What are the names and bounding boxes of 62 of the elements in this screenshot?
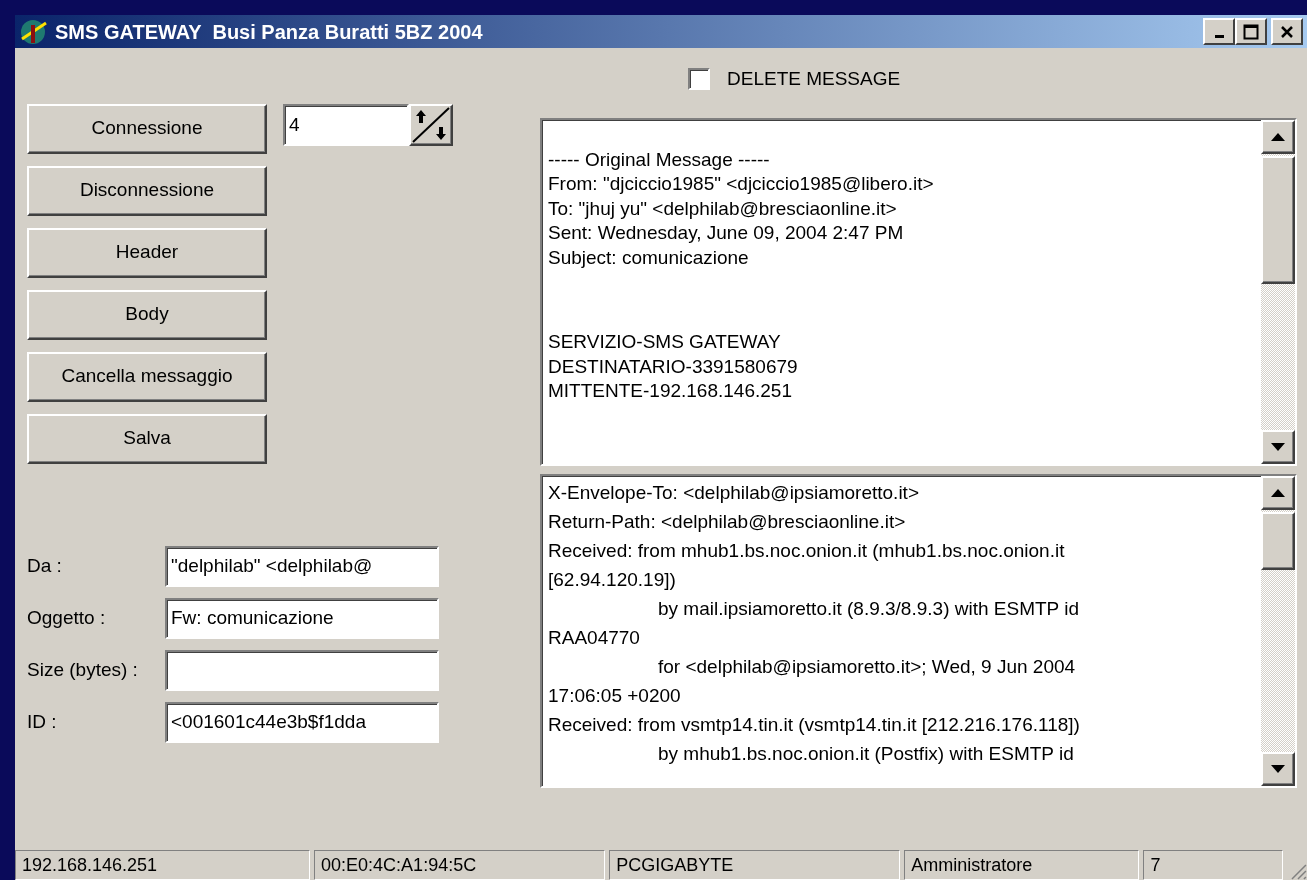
text-line: X-Envelope-To: <delphilab@ipsiamoretto.it> bbox=[548, 480, 920, 505]
scroll-down-button[interactable] bbox=[1261, 429, 1295, 464]
text-line: Return-Path: <delphilab@bresciaonline.it> bbox=[548, 509, 907, 534]
text-field[interactable]: Fw: comunicazione bbox=[165, 597, 439, 639]
spin-arrows-icon[interactable] bbox=[409, 103, 453, 146]
window-title: SMS GATEWAY Busi Panza Buratti 5BZ 2004 bbox=[55, 19, 483, 45]
minimize-button[interactable] bbox=[1203, 18, 1235, 45]
scrollbar-thumb[interactable] bbox=[1261, 155, 1295, 284]
button[interactable]: Connessione bbox=[27, 103, 267, 154]
message-text-area[interactable] bbox=[540, 117, 1297, 466]
text-line: Sent: Wednesday, June 09, 2004 2:47 PM bbox=[548, 221, 905, 245]
checkbox-label: DELETE MESSAGE bbox=[727, 67, 901, 91]
status-panel: 192.168.146.251 bbox=[15, 850, 311, 880]
status-panel: 7 bbox=[1143, 850, 1284, 880]
header-text-area[interactable] bbox=[540, 473, 1297, 788]
status-panel: Amministratore bbox=[904, 850, 1140, 880]
down-triangle-icon bbox=[1270, 763, 1286, 774]
text-line: To: "jhuj yu" <delphilab@bresciaonline.it> bbox=[548, 196, 898, 221]
button[interactable]: Cancella messaggio bbox=[27, 351, 267, 402]
field-label: Oggetto : bbox=[27, 605, 107, 630]
button[interactable]: Disconnessione bbox=[27, 165, 267, 216]
up-triangle-icon bbox=[1270, 487, 1286, 498]
text-field[interactable]: "delphilab" <delphilab@ bbox=[165, 545, 439, 587]
text-line: by mail.ipsiamoretto.it (8.9.3/8.9.3) with ESMTP id bbox=[657, 596, 1080, 621]
text-line: 17:06:05 +0200 bbox=[548, 683, 682, 708]
field-label: ID : bbox=[27, 709, 58, 734]
scrollbar[interactable] bbox=[1261, 475, 1295, 786]
minimize-icon bbox=[1214, 35, 1224, 38]
scroll-down-button[interactable] bbox=[1261, 751, 1295, 786]
button[interactable]: Header bbox=[27, 227, 267, 278]
close-icon bbox=[1280, 24, 1294, 39]
text-line: DESTINATARIO-3391580679 bbox=[548, 354, 799, 379]
text-line: RAA04770 bbox=[548, 625, 641, 650]
text-line: Received: from vsmtp14.tin.it (vsmtp14.tin.it [212.216.176.118]) bbox=[548, 712, 1081, 737]
scroll-up-button[interactable] bbox=[1261, 475, 1295, 510]
text-field[interactable] bbox=[165, 649, 439, 691]
field-label: Size (bytes) : bbox=[27, 657, 139, 682]
text-line: SERVIZIO-SMS GATEWAY bbox=[548, 330, 782, 354]
field-label: Da : bbox=[27, 553, 63, 578]
status-panel: 00:E0:4C:A1:94:5C bbox=[314, 850, 606, 880]
text-line: by mhub1.bs.noc.onion.it (Postfix) with ESMTP id bbox=[657, 741, 1075, 766]
button[interactable]: Salva bbox=[27, 413, 267, 464]
scroll-up-button[interactable] bbox=[1261, 119, 1295, 154]
down-triangle-icon bbox=[1270, 441, 1286, 452]
text-line: Subject: comunicazione bbox=[548, 245, 750, 270]
status-panel: PCGIGABYTE bbox=[609, 850, 901, 880]
checkbox[interactable] bbox=[688, 68, 710, 91]
scrollbar[interactable] bbox=[1261, 119, 1295, 464]
text-line: ----- Original Message ----- bbox=[548, 147, 771, 172]
button[interactable]: Body bbox=[27, 289, 267, 340]
close-button[interactable] bbox=[1271, 18, 1303, 45]
text-line: MITTENTE-192.168.146.251 bbox=[548, 379, 793, 403]
text-line: Received: from mhub1.bs.noc.onion.it (mhub1.bs.noc.onion.it bbox=[548, 538, 1066, 563]
scrollbar-thumb[interactable] bbox=[1261, 511, 1295, 570]
maximize-button[interactable] bbox=[1235, 18, 1267, 45]
text-line: for <delphilab@ipsiamoretto.it>; Wed, 9 Jun 2004 bbox=[657, 654, 1077, 679]
text-line: From: "djciccio1985" <djciccio1985@libero.it> bbox=[548, 172, 935, 196]
spin-field[interactable]: 4 bbox=[283, 103, 409, 146]
text-line: [62.94.120.19]) bbox=[548, 567, 677, 592]
maximize-icon bbox=[1243, 23, 1259, 40]
text-field[interactable]: <001601c44e3b$f1dda bbox=[165, 701, 439, 743]
up-triangle-icon bbox=[1270, 131, 1286, 142]
